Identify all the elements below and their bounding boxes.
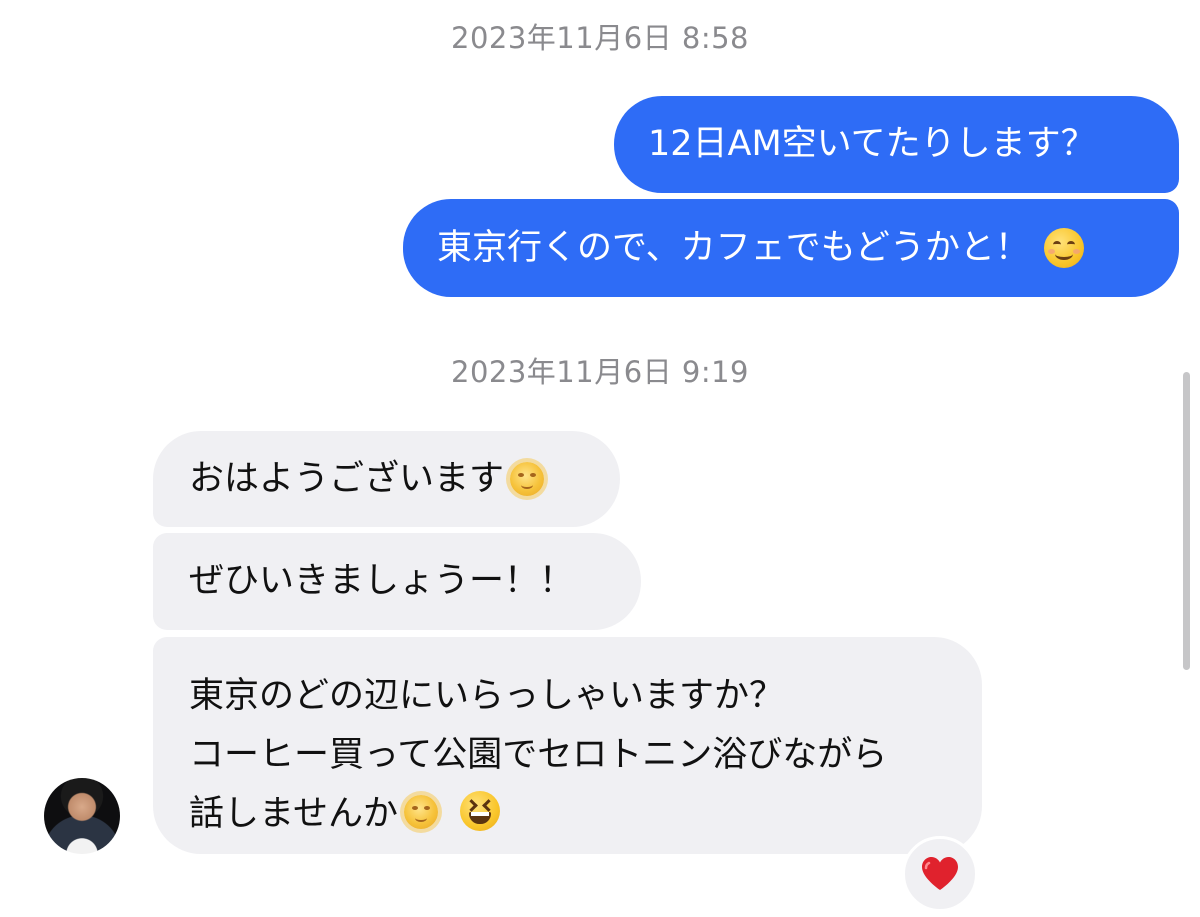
incoming-message[interactable]: ぜひいきましょうー！！ (153, 533, 641, 630)
scrollbar[interactable] (1183, 372, 1190, 670)
timestamp: 2023年11月6日 8:58 (451, 21, 749, 55)
message-text: 12日AM空いてたりします？ (648, 124, 1096, 164)
red-heart-icon (922, 857, 958, 890)
message-line: コーヒー買って公園でセロトニン浴びながら (189, 735, 888, 775)
incoming-message[interactable]: おはようございます (153, 431, 620, 527)
avatar[interactable] (44, 778, 120, 854)
message-line: 東京のどの辺にいらっしゃいますか？ (189, 676, 785, 716)
timestamp: 2023年11月6日 9:19 (451, 355, 749, 389)
sun-with-face-icon (510, 462, 545, 496)
message-text: 話しませんか (189, 794, 398, 834)
message-text: おはようございます (189, 458, 505, 499)
grinning-squinting-face-icon (459, 791, 500, 831)
sun-with-face-icon (403, 795, 438, 829)
outgoing-message[interactable]: 東京行くので、カフェでもどうかと！ (403, 199, 1179, 297)
outgoing-message[interactable]: 12日AM空いてたりします？ (614, 96, 1179, 193)
message-text: 東京行くので、カフェでもどうかと！ (437, 227, 1030, 268)
smiling-face-icon (1043, 228, 1084, 268)
reaction-badge[interactable] (902, 836, 978, 912)
message-text: ぜひいきましょうー！！ (189, 561, 575, 601)
message-line: 話しませんか (189, 785, 946, 844)
incoming-message[interactable]: 東京のどの辺にいらっしゃいますか？ コーヒー買って公園でセロトニン浴びながら 話… (153, 637, 982, 854)
